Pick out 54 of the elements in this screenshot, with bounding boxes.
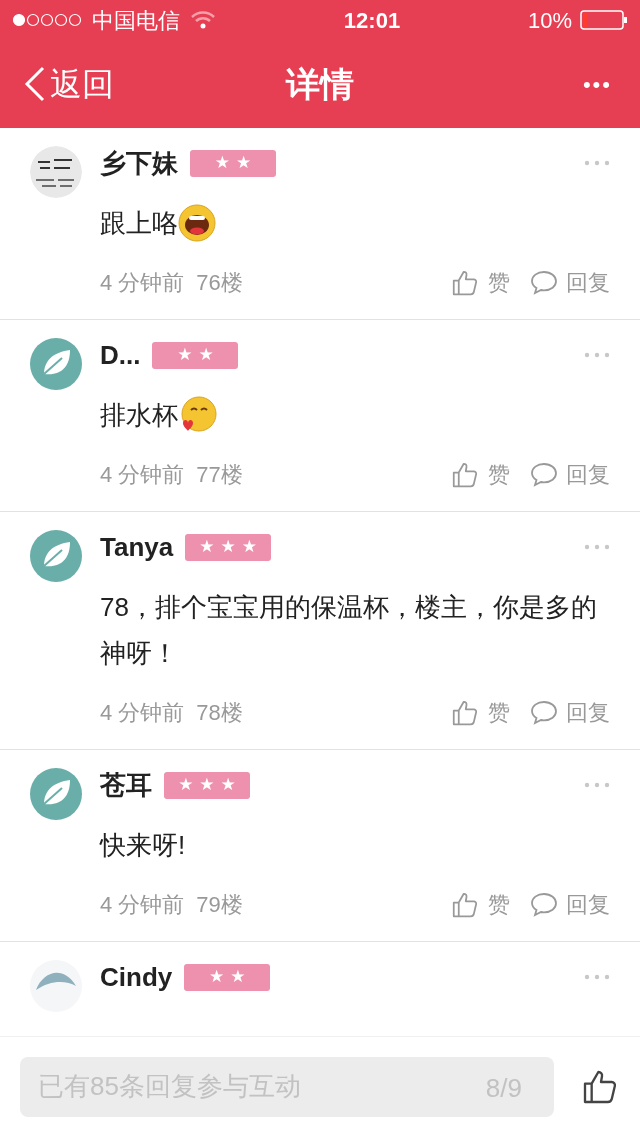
reply-button[interactable]: 回复 [530,458,610,491]
signal-icon [12,13,84,27]
more-icon[interactable] [584,352,610,358]
speech-bubble-icon [530,269,558,296]
laughing-emoji-icon [178,204,216,242]
user-name: Cindy [100,961,173,994]
floor-number: 78楼 [196,699,243,727]
more-icon[interactable] [584,974,610,980]
like-button[interactable]: 赞 [450,888,510,921]
more-button[interactable]: ••• [582,67,616,101]
user-name: 苍耳 [100,769,152,802]
post-time: 4 分钟前 [100,699,185,727]
comment-text: 快来呀! [100,829,186,862]
like-button[interactable]: 赞 [450,696,510,729]
floor-number: 77楼 [196,461,243,489]
level-badge: ★★ [152,341,239,369]
leaf-avatar-icon [30,768,82,820]
post-time: 4 分钟前 [100,269,185,297]
more-icon[interactable] [584,160,610,166]
clock-time: 12:01 [343,6,401,35]
page-title: 详情 [286,63,354,105]
comment-text: 排水杯 [100,399,178,432]
floor-number: 76楼 [196,269,243,297]
level-badge: ★★★ [164,771,250,799]
speech-bubble-icon [530,699,558,726]
leaf-avatar-icon [30,338,82,390]
more-icon[interactable] [584,544,610,550]
battery-icon [580,10,628,30]
floor-number: 79楼 [196,891,243,919]
post-time: 4 分钟前 [100,461,185,489]
back-button[interactable]: 返回 [24,60,114,108]
like-button[interactable]: 赞 [450,266,510,299]
avatar-icon [30,960,82,1012]
user-name: 乡下妹 [100,147,178,180]
reply-button[interactable]: 回复 [530,696,610,729]
level-badge: ★★ [190,149,276,177]
level-badge: ★★★ [185,533,272,561]
comment-text: 跟上咯 [100,207,178,240]
comment-text: 78，排个宝宝用的保温杯，楼主，你是多的神呀！ [100,591,598,670]
user-name: D... [100,339,141,372]
like-button[interactable]: 赞 [450,458,510,491]
speech-bubble-icon [530,891,558,918]
wifi-icon [190,11,216,29]
kissing-emoji-icon [178,395,218,435]
leaf-avatar-icon [30,530,82,582]
reply-button[interactable]: 回复 [530,266,610,299]
reply-button[interactable]: 回复 [530,888,610,921]
user-name: Tanya [100,531,174,564]
level-badge: ★★ [184,963,271,991]
speech-bubble-icon [530,461,558,488]
carrier-name: 中国电信 [92,6,180,35]
post-time: 4 分钟前 [100,891,185,919]
battery-percent: 10% [527,6,572,35]
more-icon[interactable] [584,782,610,788]
